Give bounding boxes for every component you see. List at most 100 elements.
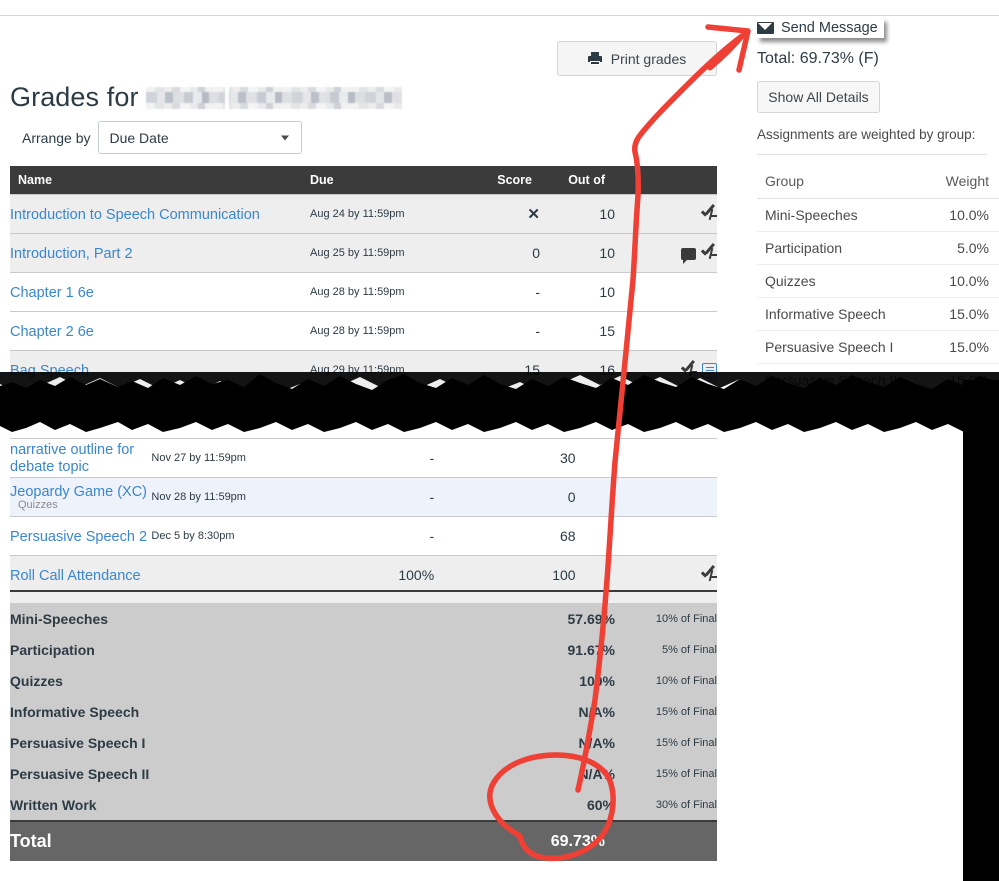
table-row[interactable]: narrative outline for debate topicNov 27…	[10, 439, 717, 478]
assignment-link[interactable]: Persuasive Speech 2	[10, 529, 147, 545]
assignment-score-cell: -	[455, 312, 540, 351]
arrange-by-label: Arrange by	[22, 130, 90, 146]
assignment-due-cell: Aug 28 by 11:59pm	[310, 273, 455, 312]
grades-table: Name Due Score Out of Introduction to Sp…	[10, 166, 717, 389]
table-row[interactable]: Chapter 2 6eAug 28 by 11:59pm-15	[10, 312, 717, 351]
summary-row: Written Work60%30% of Final	[10, 789, 717, 821]
assignment-link[interactable]: Introduction, Part 2	[10, 246, 133, 262]
assignment-icons-cell	[576, 439, 717, 478]
column-header-icons	[615, 166, 717, 195]
table-row[interactable]: Jeopardy Game (XC)QuizzesNov 28 by 11:59…	[10, 478, 717, 517]
assignment-icons-cell	[615, 351, 717, 390]
summary-group-percent: 57.69%	[455, 603, 615, 634]
weight-row: Mini-Speeches10.0%	[757, 199, 999, 232]
student-name-redaction	[146, 87, 402, 109]
assignment-link[interactable]: Chapter 1 6e	[10, 285, 94, 301]
table-row[interactable]: Persuasive Speech 2Dec 5 by 8:30pm-68	[10, 517, 717, 556]
assignment-name-cell: Chapter 2 6e	[10, 312, 310, 351]
grades-table-body-upper: Introduction to Speech Communication Aug …	[10, 195, 717, 390]
column-header-due[interactable]: Due	[310, 166, 455, 195]
assignment-out-of-cell: 10	[540, 195, 615, 234]
envelope-icon	[757, 22, 774, 34]
summary-row: Quizzes100%10% of Final	[10, 665, 717, 696]
grade-sidebar: Send Message Total: 69.73% (F) Show All …	[757, 18, 999, 397]
arrange-by-select[interactable]: Due Date	[98, 121, 302, 154]
assignment-link[interactable]: Roll Call Attendance	[10, 568, 141, 584]
group-summary-body	[10, 591, 717, 603]
assignment-score-cell: -	[293, 517, 434, 556]
send-message-button[interactable]: Send Message	[757, 18, 884, 38]
total-blank	[615, 821, 717, 861]
missing-x-icon: ✕	[527, 206, 540, 223]
check-icon[interactable]	[701, 569, 717, 583]
total-percent: 69.73%	[455, 821, 615, 861]
assignment-icons-cell	[615, 234, 717, 273]
print-grades-label: Print grades	[611, 51, 686, 67]
group-weights-head: Group Weight	[757, 165, 999, 199]
assignment-out-of-cell: 30	[434, 439, 575, 478]
assignment-icons-cell	[576, 478, 717, 517]
assignment-out-of-cell: 0	[434, 478, 575, 517]
rubric-icon[interactable]	[702, 363, 717, 378]
total-body: Total 69.73%	[10, 821, 717, 861]
weight-group-name: Persuasive Speech II	[757, 364, 925, 397]
weight-group-value: 10.0%	[925, 265, 999, 298]
assignment-link[interactable]: Jeopardy Game (XC)	[10, 484, 147, 500]
assignment-link[interactable]: Chapter 2 6e	[10, 324, 94, 340]
assignment-icons-cell	[615, 273, 717, 312]
assignment-out-of-cell: 100	[434, 556, 575, 595]
summary-row: Mini-Speeches57.69%10% of Final	[10, 603, 717, 634]
weight-row: Participation5.0%	[757, 232, 999, 265]
assignment-score-cell: -	[293, 478, 434, 517]
table-row[interactable]: Introduction, Part 2Aug 25 by 11:59pm010	[10, 234, 717, 273]
assignment-score-cell: -	[293, 439, 434, 478]
summary-group-weight: 15% of Final	[615, 727, 717, 758]
summary-spacer-row	[10, 591, 717, 603]
sidebar-total-line: Total: 69.73% (F)	[757, 50, 999, 68]
assignment-name-cell: narrative outline for debate topic	[10, 439, 151, 478]
summary-group-percent: 60%	[455, 789, 615, 821]
column-header-name[interactable]: Name	[10, 166, 310, 195]
assignment-name-cell: Chapter 1 6e	[10, 273, 310, 312]
column-header-score[interactable]: Score	[455, 166, 540, 195]
comment-icon[interactable]	[681, 248, 696, 260]
table-row[interactable]: Roll Call Attendance100%100	[10, 556, 717, 595]
table-row[interactable]: Chapter 1 6eAug 28 by 11:59pm-10	[10, 273, 717, 312]
weight-group-name: Informative Speech	[757, 298, 925, 331]
assignment-out-of-cell: 68	[434, 517, 575, 556]
table-row[interactable]: Introduction to Speech CommunicationAug …	[10, 195, 717, 234]
assignment-link[interactable]: Bag Speech	[10, 363, 89, 379]
check-icon[interactable]	[701, 208, 717, 222]
weight-group-name: Mini-Speeches	[757, 199, 925, 232]
group-weights-body: Mini-Speeches10.0%Participation5.0%Quizz…	[757, 199, 999, 397]
assignment-out-of-cell: 15	[540, 312, 615, 351]
assignment-due-cell: Dec 5 by 8:30pm	[151, 517, 292, 556]
check-icon[interactable]	[701, 247, 717, 261]
group-weights-header-row: Group Weight	[757, 165, 999, 199]
summary-group-name: Persuasive Speech I	[10, 727, 455, 758]
assignment-score-cell: 0	[455, 234, 540, 273]
assignment-link[interactable]: narrative outline for debate topic	[10, 442, 134, 475]
print-grades-button[interactable]: Print grades	[557, 41, 717, 76]
summary-group-name: Mini-Speeches	[10, 603, 455, 634]
column-header-out-of[interactable]: Out of	[540, 166, 615, 195]
summary-group-percent: N/A%	[455, 727, 615, 758]
weight-row: Quizzes10.0%	[757, 265, 999, 298]
assignment-name-cell: Jeopardy Game (XC)Quizzes	[10, 478, 151, 517]
table-row[interactable]: Bag SpeechAug 29 by 11:59pm1516	[10, 351, 717, 390]
summary-row: Persuasive Speech IIN/A%15% of Final	[10, 758, 717, 789]
arrange-by-control: Arrange by Due Date	[22, 121, 302, 154]
weight-group-value: 5.0%	[925, 232, 999, 265]
assignment-due-cell: Nov 28 by 11:59pm	[151, 478, 292, 517]
weights-column-group: Group	[757, 165, 925, 199]
show-all-details-button[interactable]: Show All Details	[757, 81, 880, 113]
check-icon[interactable]	[681, 364, 697, 378]
assignment-name-cell: Bag Speech	[10, 351, 310, 390]
assignment-link[interactable]: Introduction to Speech Communication	[10, 207, 260, 223]
summary-row: Persuasive Speech IN/A%15% of Final	[10, 727, 717, 758]
total-label: Total	[10, 821, 455, 861]
top-divider	[0, 15, 999, 16]
weight-group-name: Quizzes	[757, 265, 925, 298]
assignment-score-cell: ✕	[455, 195, 540, 234]
summary-group-weight: 10% of Final	[615, 665, 717, 696]
